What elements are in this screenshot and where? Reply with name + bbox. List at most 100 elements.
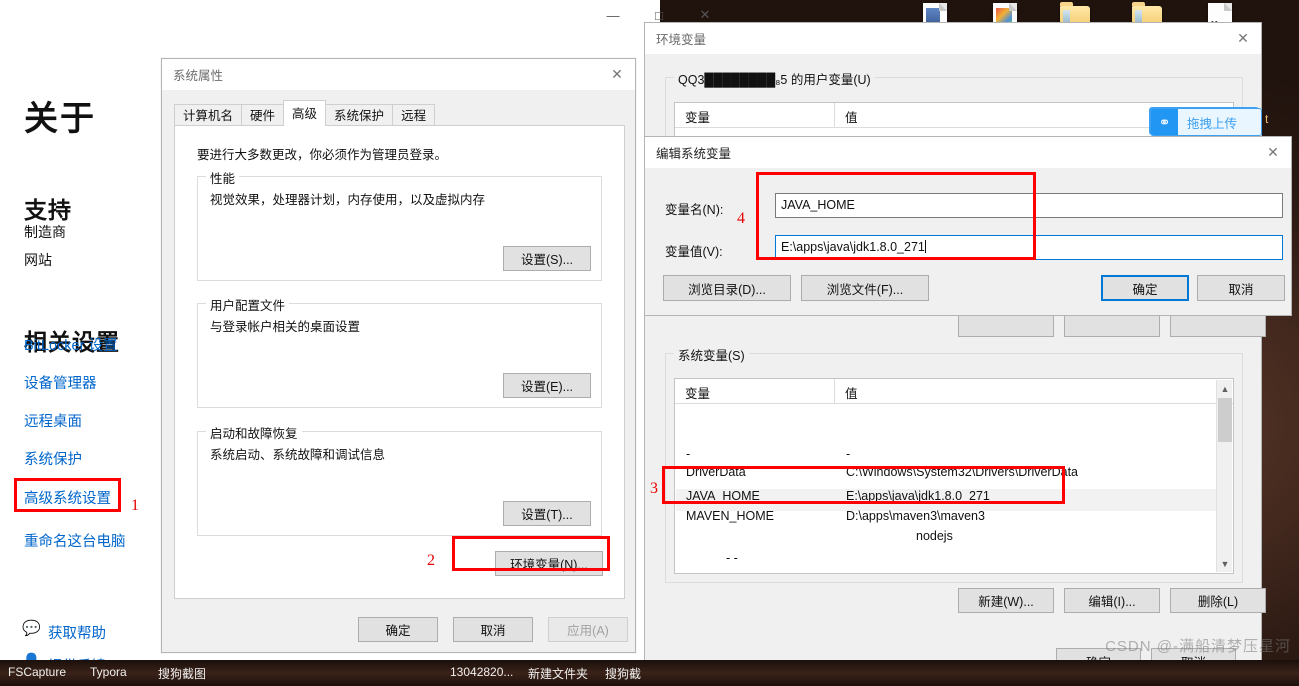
variable-value-text: E:\apps\java\jdk1.8.0_271 [781,240,925,254]
apply-button: 应用(A) [548,617,628,642]
minimize-button[interactable]: — [590,0,636,30]
environment-variables-button[interactable]: 环境变量(N)... [495,551,603,576]
sidebar-item-remote-desktop[interactable]: 远程桌面 [24,410,82,431]
table-row[interactable]: MAVEN_HOME D:\apps\maven3\maven3 [676,509,985,531]
column-header-value: 值 [845,111,858,125]
help-bubble-icon: 💬 [22,620,41,637]
browse-directory-button[interactable]: 浏览目录(D)... [663,275,791,301]
sidebar-item-device-manager[interactable]: 设备管理器 [24,372,97,393]
screen-root: M↓ — □ 关于 支持 制造商 网站 相关设置 BitLocker 设置 设备… [0,0,1299,686]
column-header-name: 变量 [675,379,835,403]
column-header-value: 值 [845,387,858,401]
annotation-number-4: 4 [737,210,745,227]
variable-value: D:\apps\maven3\maven3 [846,509,985,523]
variable-name: JAVA_HOME [686,489,760,503]
tab-computer-name[interactable]: 计算机名 [174,104,243,126]
system-properties-tabs: 计算机名 硬件 高级 系统保护 远程 [174,100,436,126]
startup-recovery-group: 启动和故障恢复 系统启动、系统故障和调试信息 设置(T)... [197,423,602,536]
variable-value: nodejs [916,529,953,543]
sidebar-item-system-protection[interactable]: 系统保护 [24,448,82,469]
performance-settings-button[interactable]: 设置(S)... [503,246,591,271]
browse-file-button[interactable]: 浏览文件(F)... [801,275,929,301]
text-caret [924,240,926,253]
chevron-down-icon[interactable]: ▼ [1217,555,1233,572]
table-row[interactable]: DriverData C:\Windows\System32\Drivers\D… [676,465,1078,487]
table-row[interactable]: - - [676,551,846,573]
environment-variables-title: 环境变量 [645,23,1261,54]
taskbar-item-sogou-capture[interactable]: 搜狗截图 [158,665,206,682]
tab-hardware[interactable]: 硬件 [241,104,285,126]
new-system-variable-button[interactable]: 新建(W)... [958,588,1054,613]
user-profiles-group: 用户配置文件 与登录帐户相关的桌面设置 设置(E)... [197,295,602,408]
edit-variable-title: 编辑系统变量 [645,137,1291,168]
drag-upload-widget-overlay[interactable]: ⚭ 拖拽上传 [1150,108,1262,136]
variable-name: MAVEN_HOME [686,509,774,523]
variable-name: DriverData [686,465,746,479]
edit-system-variable-button[interactable]: 编辑(I)... [1064,588,1160,613]
support-item-manufacturer: 制造商 [24,224,66,240]
variable-value-label: 变量值(V): [665,245,723,259]
annotation-number-3: 3 [650,480,658,497]
close-button[interactable]: ✕ [682,0,728,30]
performance-legend: 性能 [206,168,240,187]
variable-name [676,529,836,551]
page-title: 关于 [24,99,96,138]
system-variables-list[interactable]: 变量 值 - - DriverData C:\Windows\System32\… [674,378,1234,574]
edit-cancel-button[interactable]: 取消 [1197,275,1285,301]
user-profiles-settings-button[interactable]: 设置(E)... [503,373,591,398]
variable-value: E:\apps\java\jdk1.8.0_271 [846,489,990,503]
desktop-text-fragment: t [1265,112,1269,126]
get-help-link[interactable]: 获取帮助 [48,622,106,643]
user-profiles-description: 与登录帐户相关的桌面设置 [210,320,361,334]
variable-value-input[interactable]: E:\apps\java\jdk1.8.0_271 [775,235,1283,260]
scrollbar[interactable]: ▲ ▼ [1216,380,1232,572]
tab-remote[interactable]: 远程 [392,104,436,126]
tab-system-protection[interactable]: 系统保护 [325,104,394,126]
variable-value: C:\Windows\System32\Drivers\DriverData [846,465,1078,479]
advanced-tab-panel: 要进行大多数更改，你必须作为管理员登录。 性能 视觉效果，处理器计划，内存使用，… [174,125,625,599]
variable-value [836,551,846,573]
settings-titlebar: — □ [0,0,663,32]
column-header-name: 变量 [675,103,835,127]
table-row[interactable]: nodejs [676,529,953,551]
admin-note: 要进行大多数更改，你必须作为管理员登录。 [197,148,448,162]
close-icon[interactable]: ✕ [1225,23,1261,53]
chevron-up-icon[interactable]: ▲ [1217,380,1233,397]
variable-name-label: 变量名(N): [665,203,724,217]
cloud-share-icon: ⚭ [1151,109,1178,135]
tab-advanced[interactable]: 高级 [283,100,327,126]
variable-name-input[interactable]: JAVA_HOME [775,193,1283,218]
sidebar-item-advanced-system-settings[interactable]: 高级系统设置 [24,487,111,508]
user-profiles-legend: 用户配置文件 [206,295,290,314]
startup-recovery-settings-button[interactable]: 设置(T)... [503,501,591,526]
sidebar-item-rename-pc[interactable]: 重命名这台电脑 [24,530,126,551]
taskbar-item-new-folder[interactable]: 新建文件夹 [528,665,588,682]
annotation-number-2: 2 [427,552,435,569]
performance-group: 性能 视觉效果，处理器计划，内存使用，以及虚拟内存 设置(S)... [197,168,602,281]
taskbar-item-typora[interactable]: Typora [90,665,127,679]
system-properties-dialog: 系统属性 ✕ 计算机名 硬件 高级 系统保护 远程 要进行大多数更改，你必须作为… [161,58,636,653]
drag-upload-label: 拖拽上传 [1187,116,1238,131]
sidebar-item-bitlocker[interactable]: BitLocker 设置 [24,334,117,355]
performance-description: 视觉效果，处理器计划，内存使用，以及虚拟内存 [210,193,486,207]
cancel-button[interactable]: 取消 [453,617,533,642]
taskbar-item-fscapture[interactable]: FSCapture [8,665,66,679]
close-icon[interactable]: ✕ [599,59,635,89]
edit-ok-button[interactable]: 确定 [1101,275,1189,301]
system-properties-title: 系统属性 [162,59,635,90]
user-variables-legend: QQ3████████₈5 的用户变量(U) [674,69,875,88]
system-variables-legend: 系统变量(S) [674,345,749,364]
table-row[interactable]: JAVA_HOME E:\apps\java\jdk1.8.0_271 [676,489,1221,511]
support-heading: 支持 [24,197,72,224]
annotation-number-1: 1 [131,497,139,514]
system-variables-header: 变量 值 [675,379,1233,404]
close-icon[interactable]: ✕ [1255,137,1291,167]
variable-name: - - [726,551,738,565]
startup-recovery-legend: 启动和故障恢复 [206,423,302,442]
taskbar-item-sogou-capture-2[interactable]: 搜狗截 [605,665,641,682]
delete-system-variable-button[interactable]: 删除(L) [1170,588,1266,613]
support-item-website: 网站 [24,252,52,268]
taskbar-item-number[interactable]: 13042820... [450,665,513,679]
scrollbar-thumb[interactable] [1218,398,1232,442]
ok-button[interactable]: 确定 [358,617,438,642]
